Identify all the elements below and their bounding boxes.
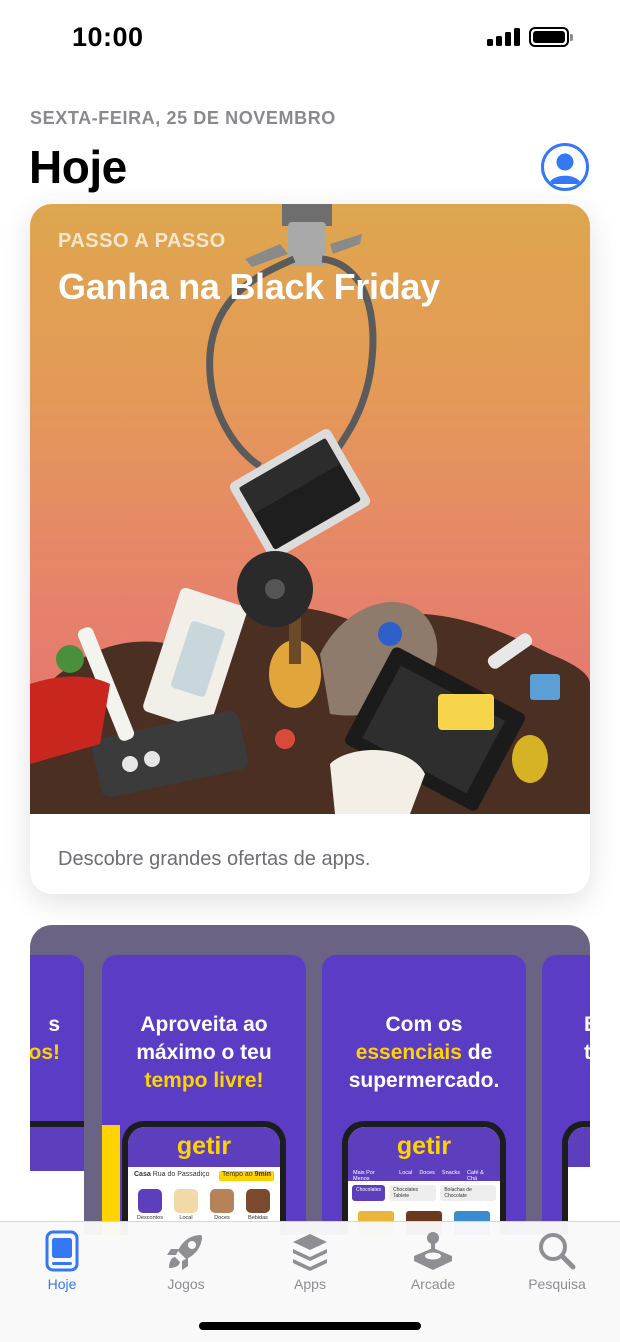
- tab-today[interactable]: Hoje: [7, 1230, 117, 1292]
- address-value: Rua do Passadiço: [152, 1171, 210, 1178]
- shot-0-line1: s: [48, 1013, 60, 1036]
- phone-mockup-b: getir Mais Por Menos Local Doces Snacks …: [342, 1121, 506, 1235]
- cellular-signal-icon: [487, 28, 521, 46]
- phone-mockup: [562, 1121, 590, 1235]
- status-time: 10:00: [72, 22, 144, 52]
- getir-logo: getir: [348, 1127, 500, 1167]
- app-promo-card[interactable]: s os! O! Aproveita ao máximo o teu tempo…: [30, 925, 590, 1235]
- tab-label-apps: Apps: [294, 1276, 326, 1292]
- screenshot-partial-left: s os! O!: [30, 955, 84, 1235]
- layers-icon: [293, 1234, 327, 1271]
- shot-1-line2: máximo o teu: [136, 1041, 272, 1064]
- rocket-icon: [167, 1235, 202, 1270]
- card-title: Ganha na Black Friday: [58, 266, 440, 307]
- shot-0-line2: os!: [30, 1041, 60, 1064]
- shot-3-line1: B: [584, 1011, 590, 1039]
- feature-story-card[interactable]: PASSO A PASSO Ganha na Black Friday Desc…: [30, 204, 590, 894]
- today-icon: [45, 1230, 79, 1272]
- screenshot-partial-right: B te: [542, 955, 590, 1235]
- tab-apps[interactable]: Apps: [255, 1230, 365, 1292]
- battery-icon: [529, 27, 573, 47]
- eta-value: 9min: [254, 1171, 271, 1178]
- date-label: SEXTA-FEIRA, 25 DE NOVEMBRO: [30, 108, 336, 128]
- category-tile: Local: [173, 1189, 199, 1221]
- category-tile: Doces: [209, 1189, 235, 1221]
- tab-search[interactable]: Pesquisa: [502, 1230, 612, 1292]
- phone-mockup: O!: [30, 1121, 84, 1235]
- home-indicator[interactable]: [199, 1322, 421, 1330]
- shot-1-line1: Aproveita ao: [140, 1013, 268, 1036]
- phone-mockup-a: getir Casa Rua do Passadiço Tempo ao 9mi…: [122, 1121, 286, 1235]
- shot-3-line2: te: [584, 1041, 590, 1064]
- shot-2-line3: supermercado.: [348, 1069, 500, 1092]
- tab-games[interactable]: Jogos: [131, 1230, 241, 1292]
- tab-label-arcade: Arcade: [410, 1276, 456, 1292]
- joystick-icon: [414, 1232, 452, 1270]
- tab-label-today: Hoje: [47, 1276, 77, 1292]
- card-eyebrow: PASSO A PASSO: [58, 230, 226, 252]
- page-title: Hoje: [29, 141, 127, 193]
- getir-logo: getir: [128, 1127, 280, 1167]
- shot-1-highlight: tempo livre!: [144, 1069, 264, 1092]
- shot-2-highlight: essenciais: [355, 1041, 462, 1064]
- eta-label: Tempo ao: [221, 1171, 253, 1178]
- account-button[interactable]: [541, 143, 589, 191]
- shot-2-suffix: de: [461, 1041, 493, 1064]
- address-label: Casa: [134, 1171, 151, 1178]
- search-icon: [539, 1233, 576, 1270]
- tab-arcade[interactable]: Arcade: [378, 1230, 488, 1292]
- tab-label-search: Pesquisa: [528, 1276, 586, 1292]
- category-tile: Bebidas: [245, 1189, 271, 1221]
- card-caption: Descobre grandes ofertas de apps.: [58, 848, 371, 870]
- screenshot-1: Aproveita ao máximo o teu tempo livre! g…: [102, 955, 306, 1235]
- person-circle-icon: [549, 153, 581, 184]
- tab-label-games: Jogos: [167, 1276, 205, 1292]
- status-bar: 10:00: [0, 0, 620, 72]
- screenshot-2: Com os essenciais de supermercado. getir…: [322, 955, 526, 1235]
- category-tile: Descontos: [137, 1189, 163, 1221]
- claw-machine-illustration: PASSO A PASSO Ganha na Black Friday: [30, 204, 590, 814]
- shot-2-line1: Com os: [385, 1013, 463, 1036]
